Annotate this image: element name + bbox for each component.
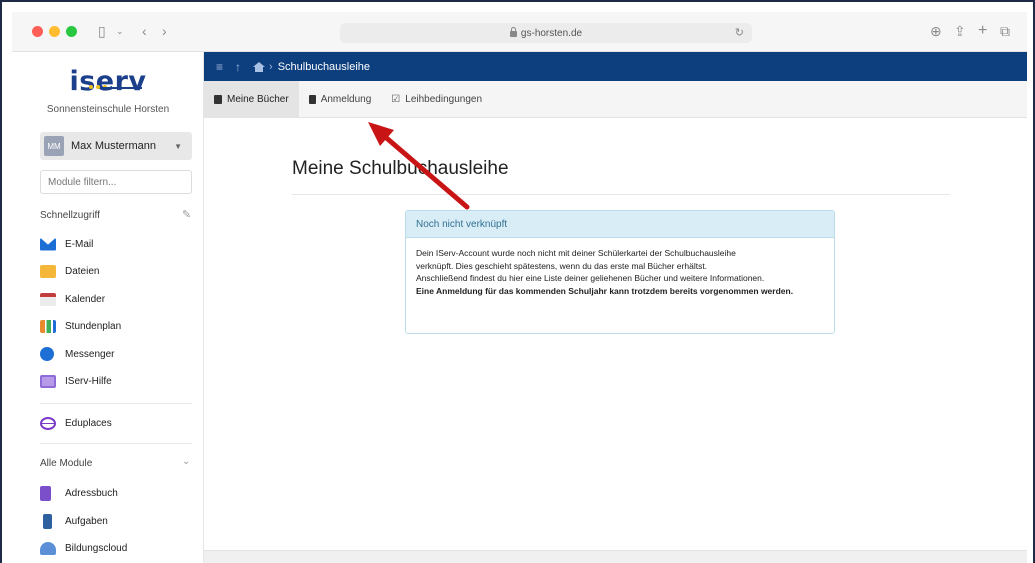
tab-leihbedingungen[interactable]: ☑ Leihbedingungen <box>381 81 492 117</box>
minimize-window-button[interactable] <box>49 26 60 37</box>
eduplaces-icon <box>40 416 56 430</box>
tab-anmeldung[interactable]: Anmeldung <box>299 81 382 117</box>
app-topbar: ≡ ↑ › Schulbuchausleihe <box>204 52 1027 81</box>
download-icon[interactable]: ⊕ <box>930 22 942 40</box>
sub-navigation: Meine Bücher Anmeldung ☑ Leihbedingungen <box>204 81 1027 118</box>
forward-icon[interactable]: › <box>162 22 167 40</box>
main-content: Meine Schulbuchausleihe Noch nicht verkn… <box>204 118 1027 550</box>
iserv-logo[interactable]: iserv <box>12 66 203 97</box>
logo-underline <box>102 87 142 89</box>
document-icon <box>308 94 316 104</box>
sidebar-item-tasks[interactable]: Aufgaben <box>40 512 108 530</box>
alert-body: Dein IServ-Account wurde noch nicht mit … <box>406 238 834 306</box>
title-divider <box>292 194 950 195</box>
calendar-icon <box>40 292 56 306</box>
address-bar[interactable]: gs-horsten.de ↻ <box>340 23 752 43</box>
timetable-icon <box>40 319 56 333</box>
mail-icon <box>40 237 56 251</box>
sidebar-item-messenger[interactable]: Messenger <box>40 345 114 363</box>
close-window-button[interactable] <box>32 26 43 37</box>
sidebar-item-calendar[interactable]: Kalender <box>40 290 105 308</box>
user-name: Max Mustermann <box>71 140 156 152</box>
chat-icon <box>40 347 54 361</box>
up-arrow-icon[interactable]: ↑ <box>235 60 241 74</box>
share-icon[interactable]: ⇪ <box>954 22 966 40</box>
cloud-icon <box>40 541 56 555</box>
tab-overview-icon[interactable]: ⧉ <box>1000 22 1010 40</box>
reload-icon[interactable]: ↻ <box>735 26 744 39</box>
sidebar-item-addressbook[interactable]: Adressbuch <box>40 484 118 502</box>
folder-icon <box>40 264 56 278</box>
breadcrumb-separator: › <box>269 60 273 73</box>
alert-line: verknüpft. Dies geschieht spätestens, we… <box>416 260 708 271</box>
back-icon[interactable]: ‹ <box>142 22 147 40</box>
all-modules-title: Alle Module <box>40 458 93 469</box>
sidebar-item-email[interactable]: E-Mail <box>40 235 93 253</box>
quick-access-title: Schnellzugriff <box>40 210 100 221</box>
chevron-down-icon[interactable]: ⌄ <box>116 22 124 40</box>
alert-line: Dein IServ-Account wurde noch nicht mit … <box>416 248 736 258</box>
checkbox-icon: ☑ <box>391 93 401 105</box>
browser-toolbar: ▯ ⌄ ‹ › gs-horsten.de ↻ ⊕ ⇪ + ⧉ <box>12 12 1027 52</box>
tasks-icon <box>43 513 52 529</box>
screenshot-frame: ▯ ⌄ ‹ › gs-horsten.de ↻ ⊕ ⇪ + ⧉ iserv So… <box>0 0 1035 563</box>
avatar: MM <box>44 136 64 156</box>
book-icon <box>214 94 222 104</box>
menu-icon[interactable]: ≡ <box>216 60 223 74</box>
sidebar-toggle-icon[interactable]: ▯ <box>98 22 106 40</box>
tab-meine-buecher[interactable]: Meine Bücher <box>204 81 299 117</box>
sidebar-item-bildungscloud[interactable]: Bildungscloud <box>40 539 127 557</box>
sidebar-item-help[interactable]: IServ-Hilfe <box>40 372 112 390</box>
url-text: gs-horsten.de <box>520 27 583 39</box>
window-controls <box>32 26 77 37</box>
school-name: Sonnensteinschule Horsten <box>46 104 170 115</box>
divider <box>40 443 192 444</box>
alert-line: Anschließend findest du hier eine Liste … <box>416 273 765 283</box>
alert-heading: Noch nicht verknüpft <box>406 211 834 238</box>
info-alert: Noch nicht verknüpft Dein IServ-Account … <box>405 210 835 334</box>
alert-strong-text: Eine Anmeldung für das kommenden Schulja… <box>416 285 794 296</box>
page-title: Meine Schulbuchausleihe <box>292 158 509 179</box>
divider <box>40 403 192 404</box>
new-tab-icon[interactable]: + <box>978 22 987 40</box>
module-filter-input[interactable] <box>40 170 192 194</box>
edit-icon[interactable]: ✎ <box>182 208 191 221</box>
chevron-down-icon[interactable]: ⌄ <box>182 456 190 467</box>
maximize-window-button[interactable] <box>66 26 77 37</box>
footer-strip <box>204 550 1027 563</box>
lock-icon <box>509 27 517 37</box>
caret-down-icon: ▼ <box>174 141 182 151</box>
help-icon <box>40 374 56 388</box>
sidebar-item-eduplaces[interactable]: Eduplaces <box>40 414 112 432</box>
home-icon[interactable] <box>253 61 266 72</box>
user-menu[interactable]: MM Max Mustermann ▼ <box>40 132 192 160</box>
sidebar: iserv Sonnensteinschule Horsten MM Max M… <box>12 52 204 563</box>
sidebar-item-timetable[interactable]: Stundenplan <box>40 317 121 335</box>
sidebar-item-files[interactable]: Dateien <box>40 262 99 280</box>
breadcrumb[interactable]: Schulbuchausleihe <box>278 61 370 73</box>
addressbook-icon <box>40 485 51 501</box>
